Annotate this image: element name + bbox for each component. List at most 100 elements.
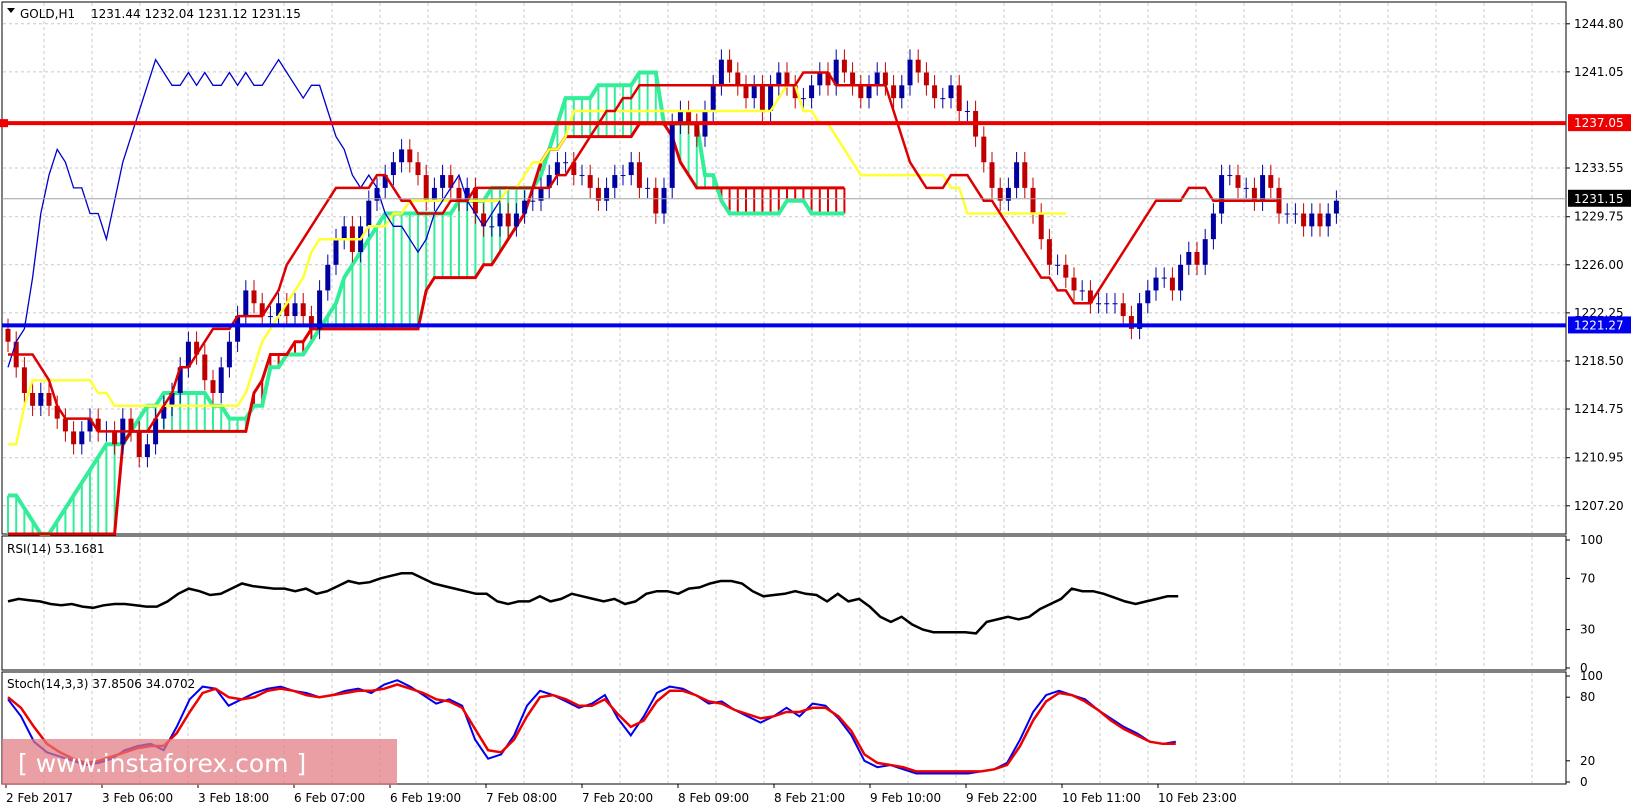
- candle-body: [891, 85, 897, 99]
- candle-body: [1194, 251, 1200, 265]
- candle-body: [46, 392, 52, 406]
- candle-body: [112, 431, 118, 445]
- candle-body: [866, 85, 872, 99]
- time-tick-label: 9 Feb 22:00: [966, 791, 1037, 805]
- candle-body: [1104, 303, 1110, 305]
- resistance-anchor[interactable]: [0, 119, 8, 128]
- support-price-label: 1221.27: [1574, 318, 1624, 332]
- candle-body: [554, 162, 560, 176]
- candle-body: [694, 123, 700, 137]
- candle-body: [1178, 264, 1184, 291]
- candle-body: [1038, 213, 1044, 240]
- candle-body: [882, 72, 888, 86]
- candle-body: [38, 392, 44, 406]
- candle-body: [1153, 277, 1159, 291]
- candle-body: [243, 290, 249, 317]
- candle-body: [1284, 213, 1290, 215]
- candle-body: [612, 175, 618, 188]
- candle-body: [1169, 277, 1175, 291]
- stoch-tick-label: 100: [1580, 669, 1603, 683]
- candle-body: [1243, 187, 1249, 189]
- stoch-label: Stoch(14,3,3) 37.8506 34.0702: [7, 677, 195, 691]
- candle-body: [989, 162, 995, 188]
- candle-body: [210, 380, 216, 393]
- candle-body: [79, 431, 85, 445]
- time-tick-label: 3 Feb 06:00: [102, 791, 173, 805]
- candle-body: [940, 98, 946, 100]
- candle-body: [1268, 175, 1274, 188]
- candle-body: [907, 59, 913, 86]
- candle-body: [1235, 175, 1241, 188]
- candle-body: [415, 162, 421, 176]
- candle-body: [718, 59, 724, 86]
- candle-body: [1292, 213, 1298, 215]
- candle-body: [1079, 290, 1085, 292]
- candle-body: [850, 72, 856, 86]
- candle-body: [669, 123, 675, 188]
- candle-body: [776, 72, 782, 86]
- price-tick-label: 1241.05: [1574, 65, 1624, 79]
- candle-body: [423, 175, 429, 201]
- candle-body: [1161, 277, 1167, 279]
- candle-body: [899, 85, 905, 99]
- candle-body: [710, 85, 716, 111]
- candle-body: [1063, 264, 1069, 278]
- candle-body: [874, 72, 880, 86]
- symbol-title: GOLD,H1: [20, 7, 75, 21]
- stoch-tick-label: 20: [1580, 754, 1595, 768]
- price-tick-label: 1244.80: [1574, 17, 1624, 31]
- candle-body: [563, 162, 569, 164]
- candle-body: [932, 85, 938, 99]
- candle-body: [1030, 187, 1036, 214]
- candle-body: [587, 175, 593, 188]
- candle-body: [522, 200, 528, 214]
- candle-body: [620, 175, 626, 177]
- candle-body: [1301, 213, 1307, 227]
- time-tick-label: 8 Feb 09:00: [678, 791, 749, 805]
- candle-body: [513, 213, 519, 227]
- candle-body: [653, 187, 659, 214]
- time-tick-label: 6 Feb 19:00: [390, 791, 461, 805]
- candle-body: [21, 367, 27, 393]
- candle-body: [317, 290, 323, 329]
- candle-body: [144, 444, 150, 458]
- candle-body: [1309, 213, 1315, 227]
- candle-body: [1202, 239, 1208, 265]
- candle-body: [1210, 213, 1216, 240]
- time-tick-label: 3 Feb 18:00: [198, 791, 269, 805]
- candle-body: [1055, 264, 1061, 266]
- candle-body: [923, 72, 929, 86]
- candle-body: [948, 85, 954, 99]
- candle-body: [759, 85, 765, 111]
- candle-body: [267, 316, 273, 318]
- stoch-tick-label: 80: [1580, 690, 1595, 704]
- rsi-tick-label: 30: [1580, 623, 1595, 637]
- price-tick-label: 1229.75: [1574, 210, 1624, 224]
- candle-body: [841, 59, 847, 73]
- candle-body: [489, 226, 495, 228]
- candle-body: [628, 162, 634, 176]
- candle-body: [440, 175, 446, 188]
- candle-body: [727, 59, 733, 73]
- candle-body: [915, 59, 921, 73]
- time-tick-label: 10 Feb 11:00: [1062, 791, 1141, 805]
- candle-body: [858, 85, 864, 99]
- candle-body: [751, 85, 757, 99]
- candle-body: [1145, 290, 1151, 304]
- candle-body: [71, 431, 77, 445]
- resistance-price-label: 1237.05: [1574, 116, 1624, 130]
- price-tick-label: 1210.95: [1574, 451, 1624, 465]
- candle-body: [1219, 175, 1225, 214]
- rsi-tick-label: 70: [1580, 571, 1595, 585]
- time-tick-label: 7 Feb 08:00: [486, 791, 557, 805]
- ohlc-values: 1231.44 1232.04 1231.12 1231.15: [91, 7, 301, 21]
- candle-body: [1014, 162, 1020, 188]
- candle-body: [809, 85, 815, 99]
- candle-body: [579, 175, 585, 177]
- candle-body: [399, 149, 405, 163]
- price-tick-label: 1233.55: [1574, 161, 1624, 175]
- candle-body: [1186, 251, 1192, 265]
- candle-body: [530, 200, 536, 202]
- candle-body: [407, 149, 413, 163]
- candle-body: [817, 72, 823, 86]
